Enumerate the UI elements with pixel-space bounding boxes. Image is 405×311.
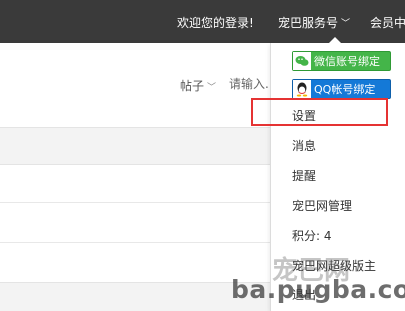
welcome-text: 欢迎您的登录! — [177, 16, 254, 30]
menu-item-points[interactable]: 积分: 4 — [292, 227, 332, 244]
menu-item-messages[interactable]: 消息 — [292, 137, 316, 154]
settings-highlight-box — [251, 98, 388, 126]
chevron-down-icon: ﹀ — [207, 83, 217, 93]
search-type-select[interactable]: 帖子 ﹀ — [180, 77, 216, 94]
service-account-menu[interactable]: 宠巴服务号 ﹀ — [278, 14, 350, 31]
qq-bind-button[interactable]: QQ帐号绑定 — [292, 79, 391, 99]
member-center-link[interactable]: 会员中 — [370, 14, 405, 31]
search-type-label: 帖子 — [180, 79, 205, 93]
dropdown-caret — [329, 37, 341, 43]
page: 欢迎您的登录! 宠巴服务号﹀ 会员中 帖子﹀ 微信账号绑定 — [0, 0, 405, 311]
wechat-bind-button[interactable]: 微信账号绑定 — [292, 51, 391, 71]
service-account-label: 宠巴服务号 — [278, 16, 339, 30]
qq-bind-label: QQ帐号绑定 — [314, 83, 376, 96]
menu-item-reminders[interactable]: 提醒 — [292, 167, 316, 184]
wechat-bind-label: 微信账号绑定 — [314, 55, 380, 68]
qq-icon — [293, 80, 311, 98]
chevron-down-icon: ﹀ — [341, 19, 351, 29]
top-nav-bar: 欢迎您的登录! 宠巴服务号 ﹀ 会员中 — [0, 0, 405, 43]
wechat-icon — [293, 52, 311, 70]
menu-item-site-admin[interactable]: 宠巴网管理 — [292, 197, 352, 214]
watermark-url: ba.pugba.com — [231, 275, 405, 304]
